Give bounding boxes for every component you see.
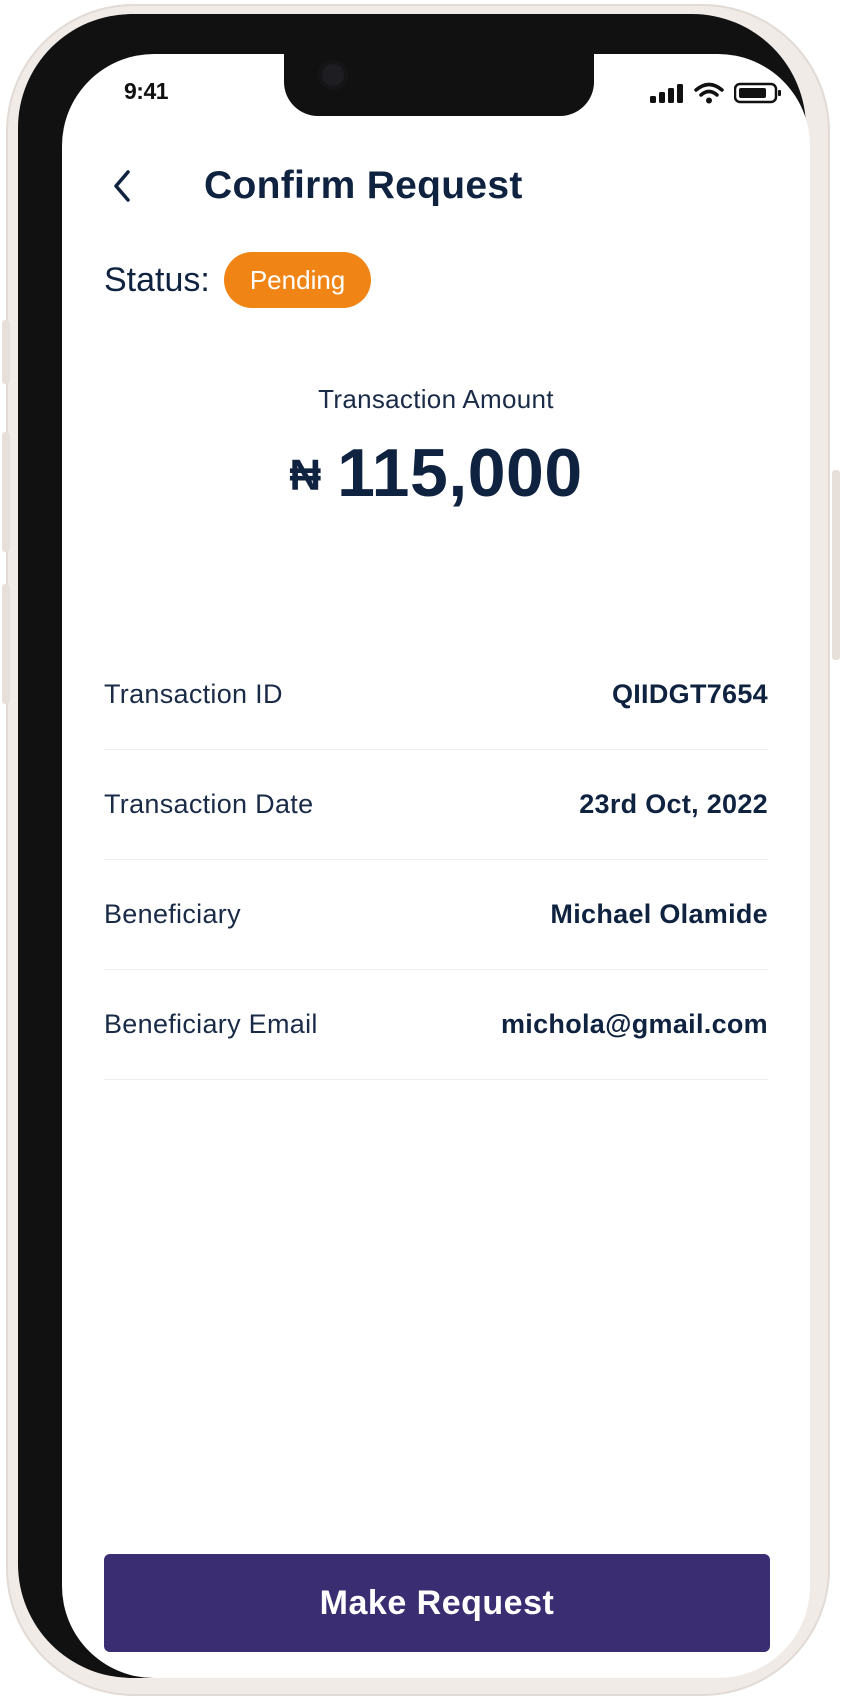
status-row: Status: Pending (104, 252, 372, 308)
screen: 9:41 Confirm Request Status: Pending Tra… (62, 54, 810, 1678)
detail-value: michola@gmail.com (501, 1009, 768, 1039)
side-button-volume-up (2, 432, 10, 552)
wifi-icon (694, 82, 724, 109)
chevron-left-icon (112, 169, 132, 208)
side-button-volume-down (2, 584, 10, 704)
detail-label: Transaction ID (104, 679, 283, 709)
detail-row-beneficiary-email: Beneficiary Email michola@gmail.com (104, 970, 768, 1080)
status-icons (650, 82, 782, 109)
amount-display: ₦ 115,000 (62, 434, 810, 512)
camera-icon (318, 60, 348, 90)
detail-row-transaction-date: Transaction Date 23rd Oct, 2022 (104, 750, 768, 860)
detail-row-beneficiary: Beneficiary Michael Olamide (104, 860, 768, 970)
detail-row-transaction-id: Transaction ID QIIDGT7654 (104, 640, 768, 750)
amount-label: Transaction Amount (318, 384, 554, 414)
status-time: 9:41 (124, 78, 169, 104)
detail-label: Transaction Date (104, 789, 314, 819)
side-button-mute (2, 320, 10, 384)
status-badge: Pending (223, 252, 372, 308)
page-title: Confirm Request (204, 164, 523, 207)
back-button[interactable] (102, 164, 142, 212)
status-label: Status: (104, 260, 210, 299)
header: Confirm Request (62, 158, 810, 218)
detail-label: Beneficiary (104, 899, 241, 929)
transaction-details: Transaction ID QIIDGT7654 Transaction Da… (104, 640, 768, 1080)
battery-icon (733, 82, 782, 109)
signal-icon (650, 83, 684, 108)
phone-bezel: 9:41 Confirm Request Status: Pending Tra… (18, 14, 810, 1678)
detail-value: QIIDGT7654 (611, 679, 768, 709)
make-request-button[interactable]: Make Request (104, 1554, 770, 1652)
amount-value: 115,000 (337, 435, 583, 511)
currency-symbol: ₦ (289, 451, 322, 500)
detail-value: Michael Olamide (550, 899, 768, 929)
detail-value: 23rd Oct, 2022 (579, 789, 768, 819)
detail-label: Beneficiary Email (104, 1009, 318, 1039)
side-button-power (832, 470, 840, 660)
notch (284, 54, 594, 116)
